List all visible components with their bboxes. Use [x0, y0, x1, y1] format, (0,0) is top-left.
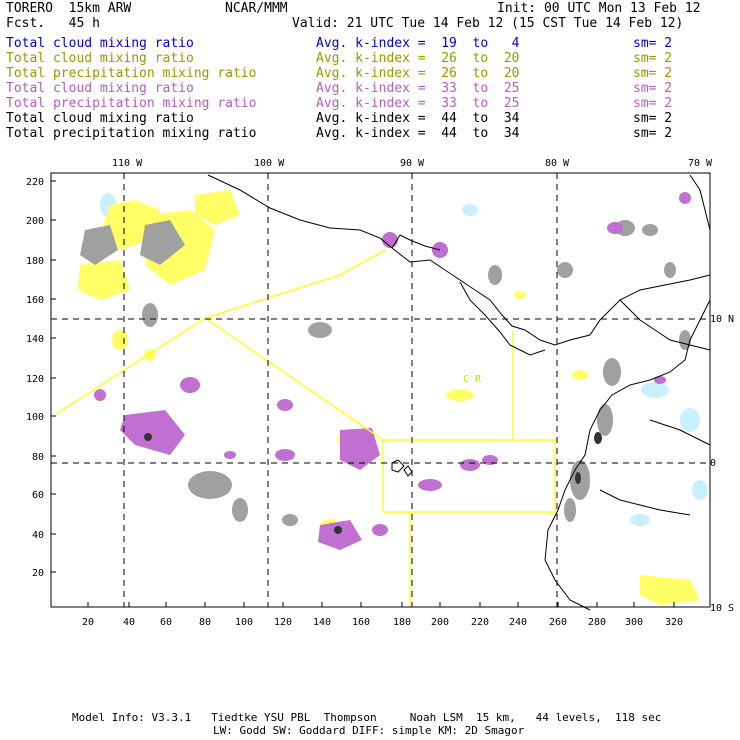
x-tick-label: 40	[123, 617, 135, 628]
x-tick-label: 240	[509, 617, 527, 628]
x-tick-label: 20	[82, 617, 94, 628]
lat-label: 10 S	[710, 603, 734, 614]
x-axis: 20 40 60 80 100 120 140 160 180 200 220 …	[82, 617, 683, 628]
y-axis: 220 200 180 160 140 120 100 80 60 40 20	[26, 177, 44, 579]
y-tick-label: 140	[26, 334, 44, 345]
y-tick-label: 60	[32, 490, 44, 501]
right-lat-labels: 10 N 0 10 S	[710, 314, 734, 614]
x-tick-label: 140	[313, 617, 331, 628]
region-label: C R	[463, 374, 482, 385]
x-tick-label: 100	[235, 617, 253, 628]
y-tick-label: 180	[26, 256, 44, 267]
lon-label: 70 W	[688, 158, 713, 169]
x-tick-label: 280	[588, 617, 606, 628]
y-tick-label: 20	[32, 568, 44, 579]
lon-label: 90 W	[400, 158, 425, 169]
y-tick-label: 120	[26, 374, 44, 385]
lon-label: 110 W	[112, 158, 143, 169]
x-tick-label: 320	[665, 617, 683, 628]
y-tick-label: 220	[26, 177, 44, 188]
x-tick-label: 160	[352, 617, 370, 628]
lat-label: 0	[710, 458, 716, 469]
cloud-shading	[78, 190, 708, 605]
x-tick-label: 200	[431, 617, 449, 628]
y-tick-label: 160	[26, 295, 44, 306]
x-tick-label: 180	[393, 617, 411, 628]
x-tick-label: 220	[471, 617, 489, 628]
forecast-map: 110 W 100 W 90 W 80 W 70 W C R 10 N 0 10…	[26, 158, 734, 628]
y-tick-label: 80	[32, 452, 44, 463]
lat-label: 10 N	[710, 314, 734, 325]
top-lon-labels: 110 W 100 W 90 W 80 W 70 W	[112, 158, 713, 169]
x-tick-label: 300	[625, 617, 643, 628]
model-info-line2: LW: Godd SW: Goddard DIFF: simple KM: 2D…	[213, 724, 525, 737]
x-tick-label: 120	[274, 617, 292, 628]
y-tick-label: 100	[26, 412, 44, 423]
model-info-line1: Model Info: V3.3.1 Tiedtke YSU PBL Thomp…	[72, 711, 662, 724]
y-tick-label: 200	[26, 216, 44, 227]
lon-label: 80 W	[545, 158, 570, 169]
lon-label: 100 W	[254, 158, 285, 169]
x-tick-label: 80	[199, 617, 211, 628]
y-tick-label: 40	[32, 530, 44, 541]
x-tick-label: 60	[160, 617, 172, 628]
x-ticks	[87, 602, 675, 607]
y-ticks	[51, 180, 56, 573]
x-tick-label: 260	[549, 617, 567, 628]
